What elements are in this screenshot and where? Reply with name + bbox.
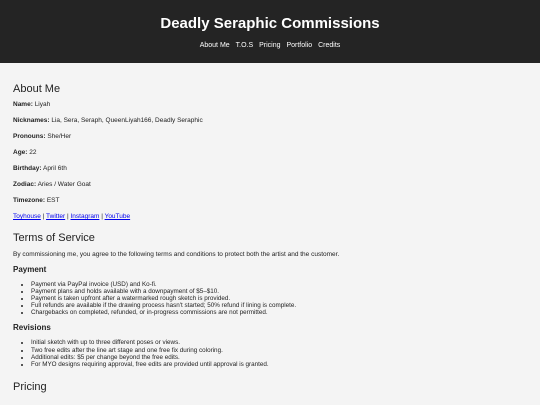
main-content: About Me Name: Liyah Nicknames: Lia, Ser… bbox=[0, 83, 540, 394]
social-links: Toyhouse | Twitter | Instagram | YouTube bbox=[13, 213, 527, 221]
nav-tos[interactable]: T.O.S bbox=[236, 42, 254, 49]
main-nav: About Me T.O.S Pricing Portfolio Credits bbox=[0, 41, 540, 50]
info-value: April 6th bbox=[42, 165, 67, 172]
nav-pricing[interactable]: Pricing bbox=[259, 42, 280, 49]
list-item: Two free edits after the line art stage … bbox=[31, 347, 527, 354]
info-label: Pronouns: bbox=[13, 133, 46, 140]
info-label: Timezone: bbox=[13, 197, 46, 204]
info-name: Name: Liyah bbox=[13, 101, 527, 109]
info-label: Nicknames: bbox=[13, 117, 50, 124]
list-item: Chargebacks on completed, refunded, or i… bbox=[31, 309, 527, 316]
list-item: Initial sketch with up to three differen… bbox=[31, 339, 527, 346]
info-pronouns: Pronouns: She/Her bbox=[13, 133, 527, 141]
tos-intro: By commissioning me, you agree to the fo… bbox=[13, 251, 340, 258]
payment-list: Payment via PayPal invoice (USD) and Ko-… bbox=[13, 281, 527, 316]
info-label: Zodiac: bbox=[13, 181, 37, 188]
info-label: Name: bbox=[13, 101, 33, 108]
instagram-link[interactable]: Instagram bbox=[70, 213, 99, 220]
nav-credits[interactable]: Credits bbox=[318, 42, 340, 49]
about-fields: Name: Liyah Nicknames: Lia, Sera, Seraph… bbox=[13, 101, 527, 221]
info-nicknames: Nicknames: Lia, Sera, Seraph, QueenLiyah… bbox=[13, 117, 527, 125]
site-header: Deadly Seraphic Commissions About Me T.O… bbox=[0, 0, 540, 63]
info-value: Aries / Water Goat bbox=[37, 181, 91, 188]
info-label: Age: bbox=[13, 149, 28, 156]
nav-about-me[interactable]: About Me bbox=[200, 42, 230, 49]
list-item: For MYO designs requiring approval, free… bbox=[31, 361, 527, 368]
info-birthday: Birthday: April 6th bbox=[13, 165, 527, 173]
payment-heading: Payment bbox=[13, 265, 47, 274]
pricing-heading: Pricing bbox=[13, 380, 47, 393]
info-value: She/Her bbox=[47, 133, 72, 140]
info-value: Liyah bbox=[34, 101, 51, 108]
info-value: 22 bbox=[29, 149, 37, 156]
info-label: Birthday: bbox=[13, 165, 42, 172]
list-item: Additional edits: $5 per change beyond t… bbox=[31, 354, 527, 361]
list-item: Full refunds are available if the drawin… bbox=[31, 302, 527, 309]
toyhouse-link[interactable]: Toyhouse bbox=[13, 213, 41, 220]
list-item: Payment plans and holds available with a… bbox=[31, 288, 527, 295]
list-item: Payment is taken upfront after a waterma… bbox=[31, 295, 527, 302]
revisions-list: Initial sketch with up to three differen… bbox=[13, 339, 527, 367]
revisions-heading: Revisions bbox=[13, 323, 51, 333]
list-item: Payment via PayPal invoice (USD) and Ko-… bbox=[31, 281, 527, 288]
info-value: EST bbox=[46, 197, 60, 204]
info-value: Lia, Sera, Seraph, QueenLiyah166, Deadly… bbox=[51, 117, 203, 124]
twitter-link[interactable]: Twitter bbox=[46, 213, 65, 220]
info-timezone: Timezone: EST bbox=[13, 197, 527, 205]
info-zodiac: Zodiac: Aries / Water Goat bbox=[13, 181, 527, 189]
nav-portfolio[interactable]: Portfolio bbox=[286, 42, 312, 49]
info-age: Age: 22 bbox=[13, 149, 527, 157]
site-title: Deadly Seraphic Commissions bbox=[160, 15, 380, 32]
tos-heading: Terms of Service bbox=[13, 232, 95, 244]
about-heading: About Me bbox=[13, 83, 61, 95]
youtube-link[interactable]: YouTube bbox=[105, 213, 131, 220]
